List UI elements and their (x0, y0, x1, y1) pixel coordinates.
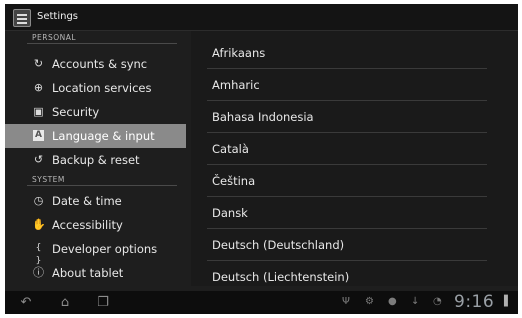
clock-icon: ◷ (33, 194, 44, 207)
list-item[interactable]: Bahasa Indonesia (191, 101, 518, 133)
debug-icon: ⚙ (365, 296, 374, 307)
language-label: Bahasa Indonesia (212, 110, 314, 124)
sidebar-item-label: About tablet (52, 266, 124, 280)
app-title: Settings (37, 11, 79, 22)
sidebar-item-security[interactable]: ▣ Security (5, 100, 186, 124)
settings-screen: Settings PERSONAL ↻ Accounts & sync ⊕ Lo… (5, 4, 518, 314)
settings-category-list: PERSONAL ↻ Accounts & sync ⊕ Location se… (5, 31, 186, 286)
list-item[interactable]: Afrikaans (191, 37, 518, 69)
language-label: Deutsch (Liechtenstein) (212, 270, 350, 284)
back-icon[interactable]: ↶ (17, 295, 35, 310)
sidebar-item-label: Security (52, 105, 100, 119)
language-label: Deutsch (Deutschland) (212, 238, 345, 252)
sidebar-item-label: Location services (52, 81, 152, 95)
home-icon[interactable]: ⌂ (55, 295, 75, 310)
section-divider (27, 43, 177, 44)
hand-icon: ✋ (32, 218, 46, 231)
info-icon: ⓘ (33, 266, 44, 279)
lock-icon: ▣ (33, 105, 44, 118)
sidebar-item-about-tablet[interactable]: ⓘ About tablet (5, 261, 186, 285)
sidebar-item-date-time[interactable]: ◷ Date & time (5, 189, 186, 213)
sidebar-item-accessibility[interactable]: ✋ Accessibility (5, 213, 186, 237)
backup-icon: ↺ (33, 153, 44, 166)
language-label: Dansk (212, 206, 248, 220)
sd-card-icon: ● (388, 296, 397, 307)
sidebar-item-language-input[interactable]: A Language & input (5, 124, 186, 148)
sidebar-item-location-services[interactable]: ⊕ Location services (5, 76, 186, 100)
list-item[interactable]: Dansk (191, 197, 518, 229)
location-icon: ⊕ (33, 81, 44, 94)
list-item[interactable]: Amharic (191, 69, 518, 101)
list-item[interactable]: Čeština (191, 165, 518, 197)
sidebar-item-accounts-sync[interactable]: ↻ Accounts & sync (5, 52, 186, 76)
sidebar-item-label: Accessibility (52, 218, 123, 232)
list-item[interactable]: Català (191, 133, 518, 165)
language-label: Amharic (212, 78, 260, 92)
wifi-icon: ◔ (433, 296, 442, 307)
clock[interactable]: 9:16 (454, 292, 494, 312)
list-item[interactable]: Deutsch (Deutschland) (191, 229, 518, 261)
sidebar-item-label: Backup & reset (52, 153, 140, 167)
usb-icon: Ψ (342, 296, 350, 307)
download-icon: ↓ (411, 296, 420, 307)
action-bar: Settings (5, 4, 518, 31)
sidebar-item-backup-reset[interactable]: ↺ Backup & reset (5, 148, 186, 172)
section-divider (27, 185, 177, 186)
language-label: Čeština (212, 174, 256, 188)
sidebar-item-label: Developer options (52, 242, 158, 256)
keyboard-icon: A (33, 130, 44, 141)
sync-icon: ↻ (33, 57, 44, 70)
recents-icon[interactable]: ❐ (93, 295, 113, 310)
system-bar: ↶ ⌂ ❐ Ψ ⚙ ● ↓ ◔ 9:16 ▌ (5, 291, 518, 314)
battery-icon: ▌ (504, 296, 512, 307)
language-label: Català (212, 142, 249, 156)
language-list: Afrikaans Amharic Bahasa Indonesia Catal… (191, 31, 518, 286)
sidebar-item-label: Accounts & sync (52, 57, 148, 71)
section-header-personal: PERSONAL (32, 33, 77, 42)
sidebar-item-label: Language & input (52, 129, 155, 143)
section-header-system: SYSTEM (32, 175, 65, 184)
sidebar-item-developer-options[interactable]: { } Developer options (5, 237, 186, 266)
list-item[interactable]: Deutsch (Liechtenstein) (191, 261, 518, 293)
braces-icon: { } (35, 243, 42, 266)
sidebar-item-label: Date & time (52, 194, 122, 208)
settings-app-icon[interactable] (13, 9, 31, 27)
language-label: Afrikaans (212, 46, 266, 60)
